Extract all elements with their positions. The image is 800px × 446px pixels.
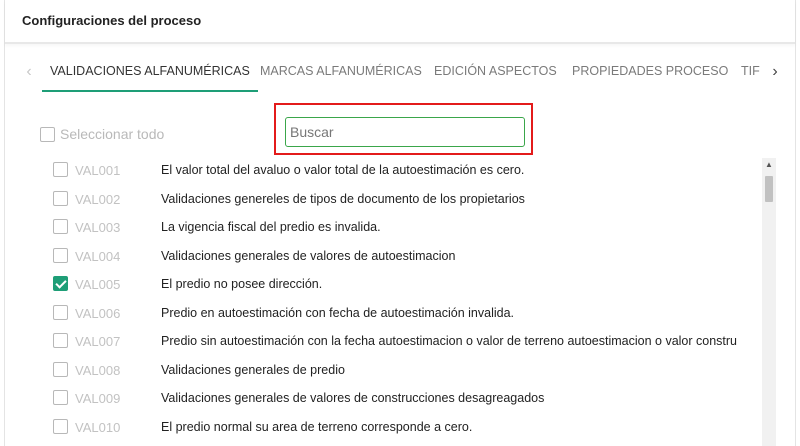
checkbox[interactable] bbox=[53, 333, 68, 348]
checkbox-checked[interactable] bbox=[53, 276, 68, 291]
list-item: VAL001 El valor total del avaluo o valor… bbox=[5, 156, 757, 184]
tab-label: MARCAS ALFANUMÉRICAS bbox=[260, 64, 422, 78]
list-item: VAL007 Predio sin autoestimación con la … bbox=[5, 327, 757, 355]
tab-bar: ‹ VALIDACIONES ALFANUMÉRICAS MARCAS ALFA… bbox=[5, 52, 795, 92]
list-scrollbar[interactable]: ▲ bbox=[762, 158, 776, 446]
checkbox[interactable] bbox=[53, 390, 68, 405]
select-all-label: Seleccionar todo bbox=[60, 126, 165, 142]
list-item: VAL010 El predio normal su area de terre… bbox=[5, 413, 757, 441]
list-item: VAL006 Predio en autoestimación con fech… bbox=[5, 299, 757, 327]
select-all-checkbox[interactable]: Seleccionar todo bbox=[40, 124, 164, 144]
tab-validaciones-alfanumericas[interactable]: VALIDACIONES ALFANUMÉRICAS bbox=[42, 52, 258, 92]
checkbox[interactable] bbox=[53, 190, 68, 206]
validation-description: Predio en autoestimación con fecha de au… bbox=[161, 305, 514, 320]
validation-list: VAL001 El valor total del avaluo o valor… bbox=[5, 156, 757, 446]
page-title: Configuraciones del proceso bbox=[22, 13, 202, 28]
validation-description: Validaciones generales de predio bbox=[161, 362, 345, 377]
validation-code: VAL008 bbox=[75, 362, 121, 378]
validation-code: VAL003 bbox=[75, 220, 121, 235]
validation-code: VAL006 bbox=[75, 305, 121, 321]
tab-edicion-aspectos[interactable]: EDICIÓN ASPECTOS bbox=[434, 52, 557, 90]
validation-code: VAL007 bbox=[75, 334, 121, 349]
tab-label: PROPIEDADES PROCESO bbox=[572, 64, 729, 78]
validation-code: VAL002 bbox=[75, 191, 121, 207]
checkbox[interactable] bbox=[53, 247, 68, 263]
list-item: VAL003 La vigencia fiscal del predio es … bbox=[5, 213, 757, 241]
tab-label: TIF bbox=[741, 64, 760, 78]
tab-marcas-alfanumericas[interactable]: MARCAS ALFANUMÉRICAS bbox=[260, 52, 422, 90]
list-item: VAL005 El predio no posee dirección. bbox=[5, 270, 757, 298]
validation-code: VAL001 bbox=[75, 163, 121, 178]
list-item: VAL002 Validaciones genereles de tipos d… bbox=[5, 185, 757, 213]
checkbox[interactable] bbox=[53, 361, 68, 377]
checkbox-icon[interactable] bbox=[40, 126, 55, 142]
validation-description: El predio normal su area de terreno corr… bbox=[161, 419, 473, 434]
checkbox[interactable] bbox=[53, 304, 68, 320]
validation-description: Predio sin autoestimación con la fecha a… bbox=[161, 334, 738, 348]
validation-code: VAL010 bbox=[75, 419, 121, 435]
list-item: VAL009 Validaciones generales de valores… bbox=[5, 384, 757, 412]
chevron-left-icon[interactable]: ‹ bbox=[21, 62, 37, 82]
list-item: VAL008 Validaciones generales de predio bbox=[5, 356, 757, 384]
list-item: VAL004 Validaciones generales de valores… bbox=[5, 242, 757, 270]
panel-header: Configuraciones del proceso bbox=[5, 0, 795, 44]
checkbox[interactable] bbox=[53, 219, 68, 234]
validation-description: Validaciones generales de valores de con… bbox=[161, 391, 545, 405]
search-input[interactable] bbox=[285, 117, 525, 147]
validation-code: VAL005 bbox=[75, 277, 121, 292]
scroll-up-arrow-icon[interactable]: ▲ bbox=[762, 160, 776, 170]
validation-description: El predio no posee dirección. bbox=[161, 277, 323, 291]
validation-description: El valor total del avaluo o valor total … bbox=[161, 163, 525, 177]
validation-description: La vigencia fiscal del predio es invalid… bbox=[161, 220, 381, 234]
validation-description: Validaciones genereles de tipos de docum… bbox=[161, 191, 525, 206]
scroll-thumb[interactable] bbox=[765, 176, 773, 202]
checkbox[interactable] bbox=[53, 418, 68, 434]
tab-propiedades-proceso[interactable]: PROPIEDADES PROCESO bbox=[572, 52, 728, 90]
tab-label: EDICIÓN ASPECTOS bbox=[434, 64, 557, 78]
tab-label: VALIDACIONES ALFANUMÉRICAS bbox=[50, 64, 250, 78]
validation-code: VAL004 bbox=[75, 248, 121, 264]
checkbox[interactable] bbox=[53, 162, 68, 177]
tab-tif[interactable]: TIF bbox=[741, 52, 761, 90]
process-config-panel: Configuraciones del proceso ‹ VALIDACION… bbox=[4, 0, 796, 446]
validation-description: Validaciones generales de valores de aut… bbox=[161, 248, 456, 263]
chevron-right-icon[interactable]: › bbox=[767, 62, 783, 82]
validation-code: VAL009 bbox=[75, 391, 121, 406]
